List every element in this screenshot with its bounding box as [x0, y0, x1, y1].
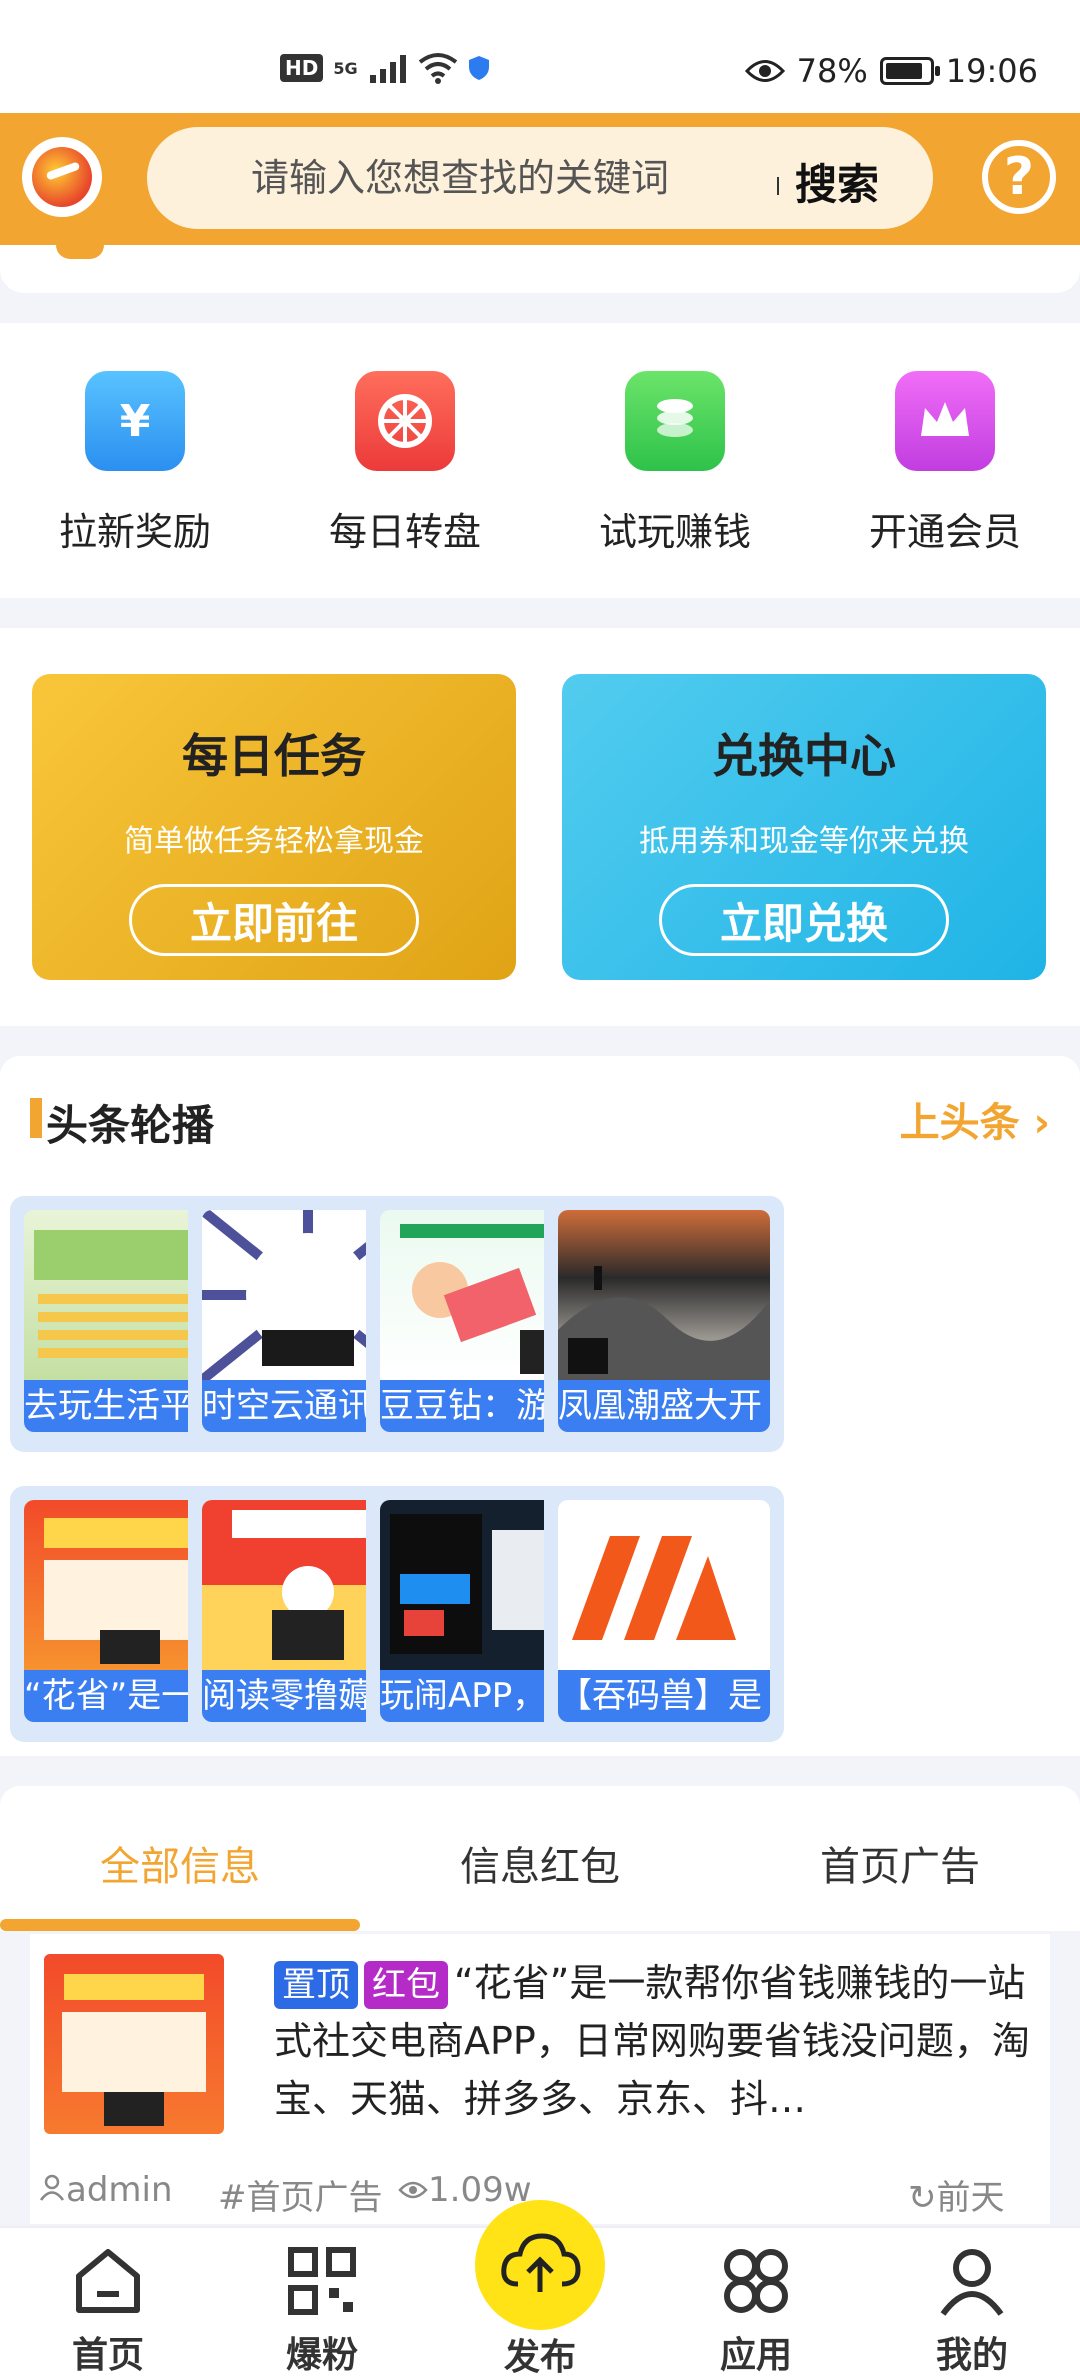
post-time: ↻前天 [908, 2170, 1005, 2219]
quick-link-wheel[interactable]: 每日转盘 [305, 371, 505, 556]
nav-apps[interactable]: 应用 [686, 2244, 826, 2376]
quick-links: ¥ 拉新奖励 每日转盘 试玩赚钱 开通会员 [0, 323, 1080, 598]
chevron-right-icon: › [1033, 1100, 1050, 1146]
search-divider [777, 177, 779, 195]
quick-link-label: 每日转盘 [328, 510, 481, 554]
card-subtitle: 简单做任务轻松拿现金 [124, 824, 424, 859]
clock: 19:06 [945, 52, 1038, 90]
tile-caption: 【吞码兽】是 [558, 1670, 770, 1722]
nav-label: 发布 [503, 2337, 576, 2376]
go-headline-link[interactable]: 上头条 › [900, 1090, 1050, 1148]
qr-code-icon [288, 2247, 356, 2315]
post-category[interactable]: #首页广告 [218, 2170, 383, 2219]
card-subtitle: 抵用券和现金等你来兑换 [639, 824, 969, 859]
app-logo[interactable] [22, 137, 102, 217]
notice-strip [0, 245, 1080, 293]
feed-tabs: 全部信息 信息红包 首页广告 [0, 1786, 1080, 1931]
tile-image [558, 1500, 770, 1670]
upload-cloud-icon [475, 2200, 605, 2330]
nav-publish[interactable]: 发布 [470, 2200, 610, 2376]
shield-icon [468, 56, 489, 80]
quick-link-label: 开通会员 [868, 510, 1021, 554]
promo-cards: 每日任务 简单做任务轻松拿现金 立即前往 兑换中心 抵用券和现金等你来兑换 立即… [0, 628, 1080, 1026]
feed-post[interactable]: 置顶 红包 “花省”是一款帮你省钱赚钱的一站式社交电商APP，日常网购要省钱没问题，… [30, 1934, 1050, 2224]
card-title: 每日任务 [182, 729, 366, 783]
battery-icon [879, 57, 940, 85]
tile-image [558, 1210, 770, 1380]
user-icon [39, 2174, 65, 2201]
search-input[interactable] [251, 147, 691, 209]
nav-label: 应用 [719, 2335, 792, 2376]
exchange-now-button[interactable]: 立即兑换 [659, 884, 949, 956]
hash-icon: # [218, 2178, 247, 2218]
headline-tile[interactable]: 凤凰潮盛大开 [544, 1196, 784, 1452]
home-icon [76, 2249, 140, 2313]
quick-link-label: 拉新奖励 [58, 510, 211, 554]
tile-caption: 凤凰潮盛大开 [558, 1380, 770, 1432]
tab-red-packet[interactable]: 信息红包 [360, 1834, 720, 1892]
quick-link-trial[interactable]: 试玩赚钱 [575, 371, 775, 556]
go-now-button[interactable]: 立即前往 [129, 884, 419, 956]
help-icon[interactable]: ? [982, 140, 1056, 214]
pinned-badge: 置顶 [274, 1961, 358, 2009]
notice-icon [56, 245, 104, 259]
tab-home-ads[interactable]: 首页广告 [720, 1834, 1080, 1892]
bottom-navigation: 首页 爆粉 发布 应用 我的 [0, 2200, 1080, 2376]
tab-all[interactable]: 全部信息 [0, 1834, 360, 1892]
top-header: 搜索 ? [0, 113, 1080, 245]
quick-link-vip[interactable]: 开通会员 [845, 371, 1045, 556]
eye-icon [744, 60, 785, 82]
signal-icon [369, 55, 406, 83]
quick-link-referral[interactable]: ¥ 拉新奖励 [35, 371, 235, 556]
wifi-icon [418, 53, 457, 84]
nav-fans[interactable]: 爆粉 [252, 2244, 392, 2376]
status-right: 78% 19:06 [744, 52, 1038, 90]
daily-task-card[interactable]: 每日任务 简单做任务轻松拿现金 立即前往 [32, 674, 516, 980]
eye-icon [398, 2181, 428, 2199]
go-headline-label: 上头条 [899, 1100, 1020, 1146]
nav-label: 我的 [935, 2335, 1008, 2376]
wheel-icon [355, 371, 455, 471]
nav-label: 首页 [71, 2335, 144, 2376]
card-title: 兑换中心 [712, 729, 896, 783]
apps-icon [724, 2249, 788, 2313]
author-name: admin [66, 2170, 173, 2210]
section-title: 头条轮播 [46, 1101, 215, 1150]
headline-section: 头条轮播 上头条 › 去玩生活平台 时空云通讯联 豆豆钻：游戏 凤凰潮盛大开 “… [0, 1056, 1080, 1756]
section-marker [30, 1098, 42, 1138]
post-views: 1.09w [398, 2170, 532, 2210]
hd-badge: HD [280, 54, 324, 82]
post-time-label: 前天 [936, 2178, 1005, 2218]
coins-icon [625, 371, 725, 471]
post-thumbnail[interactable] [44, 1954, 224, 2134]
crown-icon [895, 371, 995, 471]
red-packet-badge: 红包 [364, 1961, 448, 2009]
battery-percent: 78% [796, 52, 868, 90]
nav-profile[interactable]: 我的 [902, 2244, 1042, 2376]
quick-link-label: 试玩赚钱 [598, 510, 751, 554]
network-label: 5G [333, 58, 358, 78]
post-content: 置顶 红包 “花省”是一款帮你省钱赚钱的一站式社交电商APP，日常网购要省钱没问题，… [274, 1954, 1034, 2128]
app-screen: HD 5G 78% 19:06 请输入您想查找的关键词 搜索 ? ¥ 拉新奖励 … [0, 0, 1080, 2376]
exchange-center-card[interactable]: 兑换中心 抵用券和现金等你来兑换 立即兑换 [562, 674, 1046, 980]
user-icon [940, 2249, 1004, 2316]
nav-home[interactable]: 首页 [38, 2244, 178, 2376]
status-left: HD 5G [280, 52, 490, 84]
money-bag-icon: ¥ [85, 371, 185, 471]
category-label: 首页广告 [246, 2178, 383, 2218]
search-button[interactable]: 搜索 [795, 151, 879, 212]
headline-tile[interactable]: 【吞码兽】是 [544, 1486, 784, 1742]
active-tab-indicator [0, 1919, 360, 1931]
status-bar: HD 5G 78% 19:06 [0, 0, 1080, 113]
nav-label: 爆粉 [285, 2335, 358, 2376]
post-author[interactable]: admin [38, 2170, 173, 2210]
search-bar: 搜索 [147, 127, 933, 229]
refresh-icon: ↻ [908, 2178, 937, 2218]
